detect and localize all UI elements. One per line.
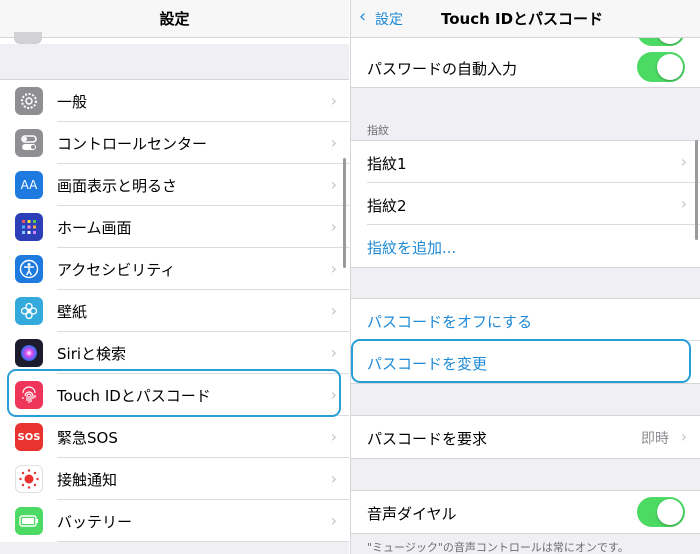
fingerprint-list: 指紋1 › 指紋2 › 指紋を追加...	[351, 140, 700, 268]
settings-pane: 設定 一般 › コントロールセンター › AA 画面表示と明るさ › ホーム画面…	[0, 0, 349, 554]
toggle-knob	[657, 38, 683, 44]
toggle-knob	[657, 54, 683, 80]
chevron-right-icon: ›	[330, 259, 337, 278]
settings-item-home-screen[interactable]: ホーム画面 ›	[0, 206, 349, 248]
autofill-toggle[interactable]	[637, 52, 685, 82]
turn-off-label: パスコードをオフにする	[367, 313, 533, 331]
settings-item-control-center[interactable]: コントロールセンター ›	[0, 122, 349, 164]
scrollbar[interactable]	[343, 158, 346, 268]
chevron-right-icon: ›	[330, 217, 337, 236]
settings-item-emergency-sos[interactable]: SOS 緊急SOS ›	[0, 416, 349, 458]
touch-id-pane: ‹ 設定 Touch IDとパスコード パスワードの自動入力 指紋 指紋1 › …	[350, 0, 700, 554]
settings-item-accessibility[interactable]: アクセシビリティ ›	[0, 248, 349, 290]
text-size-icon: AA	[15, 171, 43, 199]
chevron-right-icon: ›	[330, 427, 337, 446]
settings-item-label: 画面表示と明るさ	[57, 177, 178, 195]
partial-icon	[14, 32, 42, 44]
chevron-right-icon: ›	[330, 385, 337, 404]
siri-icon	[15, 339, 43, 367]
page-title: Touch IDとパスコード	[441, 10, 604, 28]
sos-icon: SOS	[15, 423, 43, 451]
fingerprint-item-1[interactable]: 指紋1 ›	[351, 141, 700, 183]
chevron-right-icon: ›	[330, 91, 337, 110]
chevron-right-icon: ›	[330, 175, 337, 194]
partial-row	[351, 38, 700, 46]
fingerprint-label: 指紋1	[367, 155, 407, 173]
settings-item-label: Siriと検索	[57, 345, 127, 363]
add-fingerprint-button[interactable]: 指紋を追加...	[351, 225, 700, 267]
chevron-right-icon: ›	[330, 469, 337, 488]
chevron-right-icon: ›	[680, 152, 687, 171]
chevron-right-icon: ›	[680, 194, 687, 213]
settings-item-touch-id[interactable]: Touch IDとパスコード ›	[0, 374, 349, 416]
toggle-knob	[657, 499, 683, 525]
gear-icon	[15, 87, 43, 115]
settings-item-label: アクセシビリティ	[57, 261, 176, 279]
battery-icon	[15, 507, 43, 535]
nav-bar: ‹ 設定 Touch IDとパスコード	[351, 0, 700, 38]
voice-dial-label: 音声ダイヤル	[367, 505, 457, 523]
exposure-icon	[15, 465, 43, 493]
back-chevron-icon[interactable]: ‹	[359, 6, 366, 27]
settings-item-label: 緊急SOS	[57, 429, 118, 447]
fingerprint-label: 指紋2	[367, 197, 407, 215]
settings-item-display[interactable]: AA 画面表示と明るさ ›	[0, 164, 349, 206]
settings-item-label: 一般	[57, 93, 88, 111]
voice-dial-toggle[interactable]	[637, 497, 685, 527]
require-passcode-value: 即時	[641, 431, 669, 447]
settings-item-label: コントロールセンター	[57, 135, 208, 153]
turn-passcode-off-button[interactable]: パスコードをオフにする	[351, 299, 700, 341]
chevron-right-icon: ›	[680, 427, 687, 446]
accessibility-icon	[15, 255, 43, 283]
passcode-actions: パスコードをオフにする パスコードを変更	[351, 298, 700, 384]
chevron-right-icon: ›	[330, 343, 337, 362]
settings-item-general[interactable]: 一般 ›	[0, 80, 349, 122]
autofill-label: パスワードの自動入力	[367, 60, 518, 78]
settings-item-wallpaper[interactable]: 壁紙 ›	[0, 290, 349, 332]
scrollbar[interactable]	[695, 140, 698, 240]
voice-dial-footnote: "ミュージック"の音声コントロールは常にオンです。	[367, 541, 629, 554]
chevron-right-icon: ›	[330, 133, 337, 152]
switches-icon	[15, 129, 43, 157]
add-fingerprint-label: 指紋を追加...	[367, 239, 457, 257]
settings-list: 一般 › コントロールセンター › AA 画面表示と明るさ › ホーム画面 › …	[0, 79, 349, 542]
settings-header: 設定	[0, 0, 349, 38]
settings-item-siri[interactable]: Siriと検索 ›	[0, 332, 349, 374]
fingerprint-item-2[interactable]: 指紋2 ›	[351, 183, 700, 225]
require-passcode-label: パスコードを要求	[367, 430, 488, 448]
previous-row-stub	[0, 32, 349, 44]
settings-item-exposure[interactable]: 接触通知 ›	[0, 458, 349, 500]
partial-toggle	[637, 38, 685, 46]
section-header-fingerprints: 指紋	[367, 124, 389, 137]
require-passcode-group: パスコードを要求 即時 ›	[351, 415, 700, 459]
chevron-right-icon: ›	[330, 301, 337, 320]
change-passcode-label: パスコードを変更	[367, 355, 488, 373]
require-passcode-row[interactable]: パスコードを要求 即時 ›	[351, 416, 700, 458]
settings-item-label: ホーム画面	[57, 219, 132, 237]
settings-item-label: バッテリー	[57, 513, 133, 531]
back-button[interactable]: 設定	[375, 9, 403, 29]
fingerprint-icon	[15, 381, 43, 409]
settings-item-label: Touch IDとパスコード	[57, 387, 211, 405]
change-passcode-button[interactable]: パスコードを変更	[351, 341, 700, 383]
flower-icon	[15, 297, 43, 325]
page-title: 設定	[159, 10, 190, 28]
chevron-right-icon: ›	[330, 511, 337, 530]
settings-item-battery[interactable]: バッテリー ›	[0, 500, 349, 542]
autofill-row: パスワードの自動入力	[351, 46, 700, 88]
settings-item-label: 壁紙	[57, 303, 88, 321]
home-grid-icon	[15, 213, 43, 241]
divider	[57, 541, 349, 542]
voice-dial-group: 音声ダイヤル	[351, 490, 700, 534]
settings-item-label: 接触通知	[57, 471, 118, 489]
